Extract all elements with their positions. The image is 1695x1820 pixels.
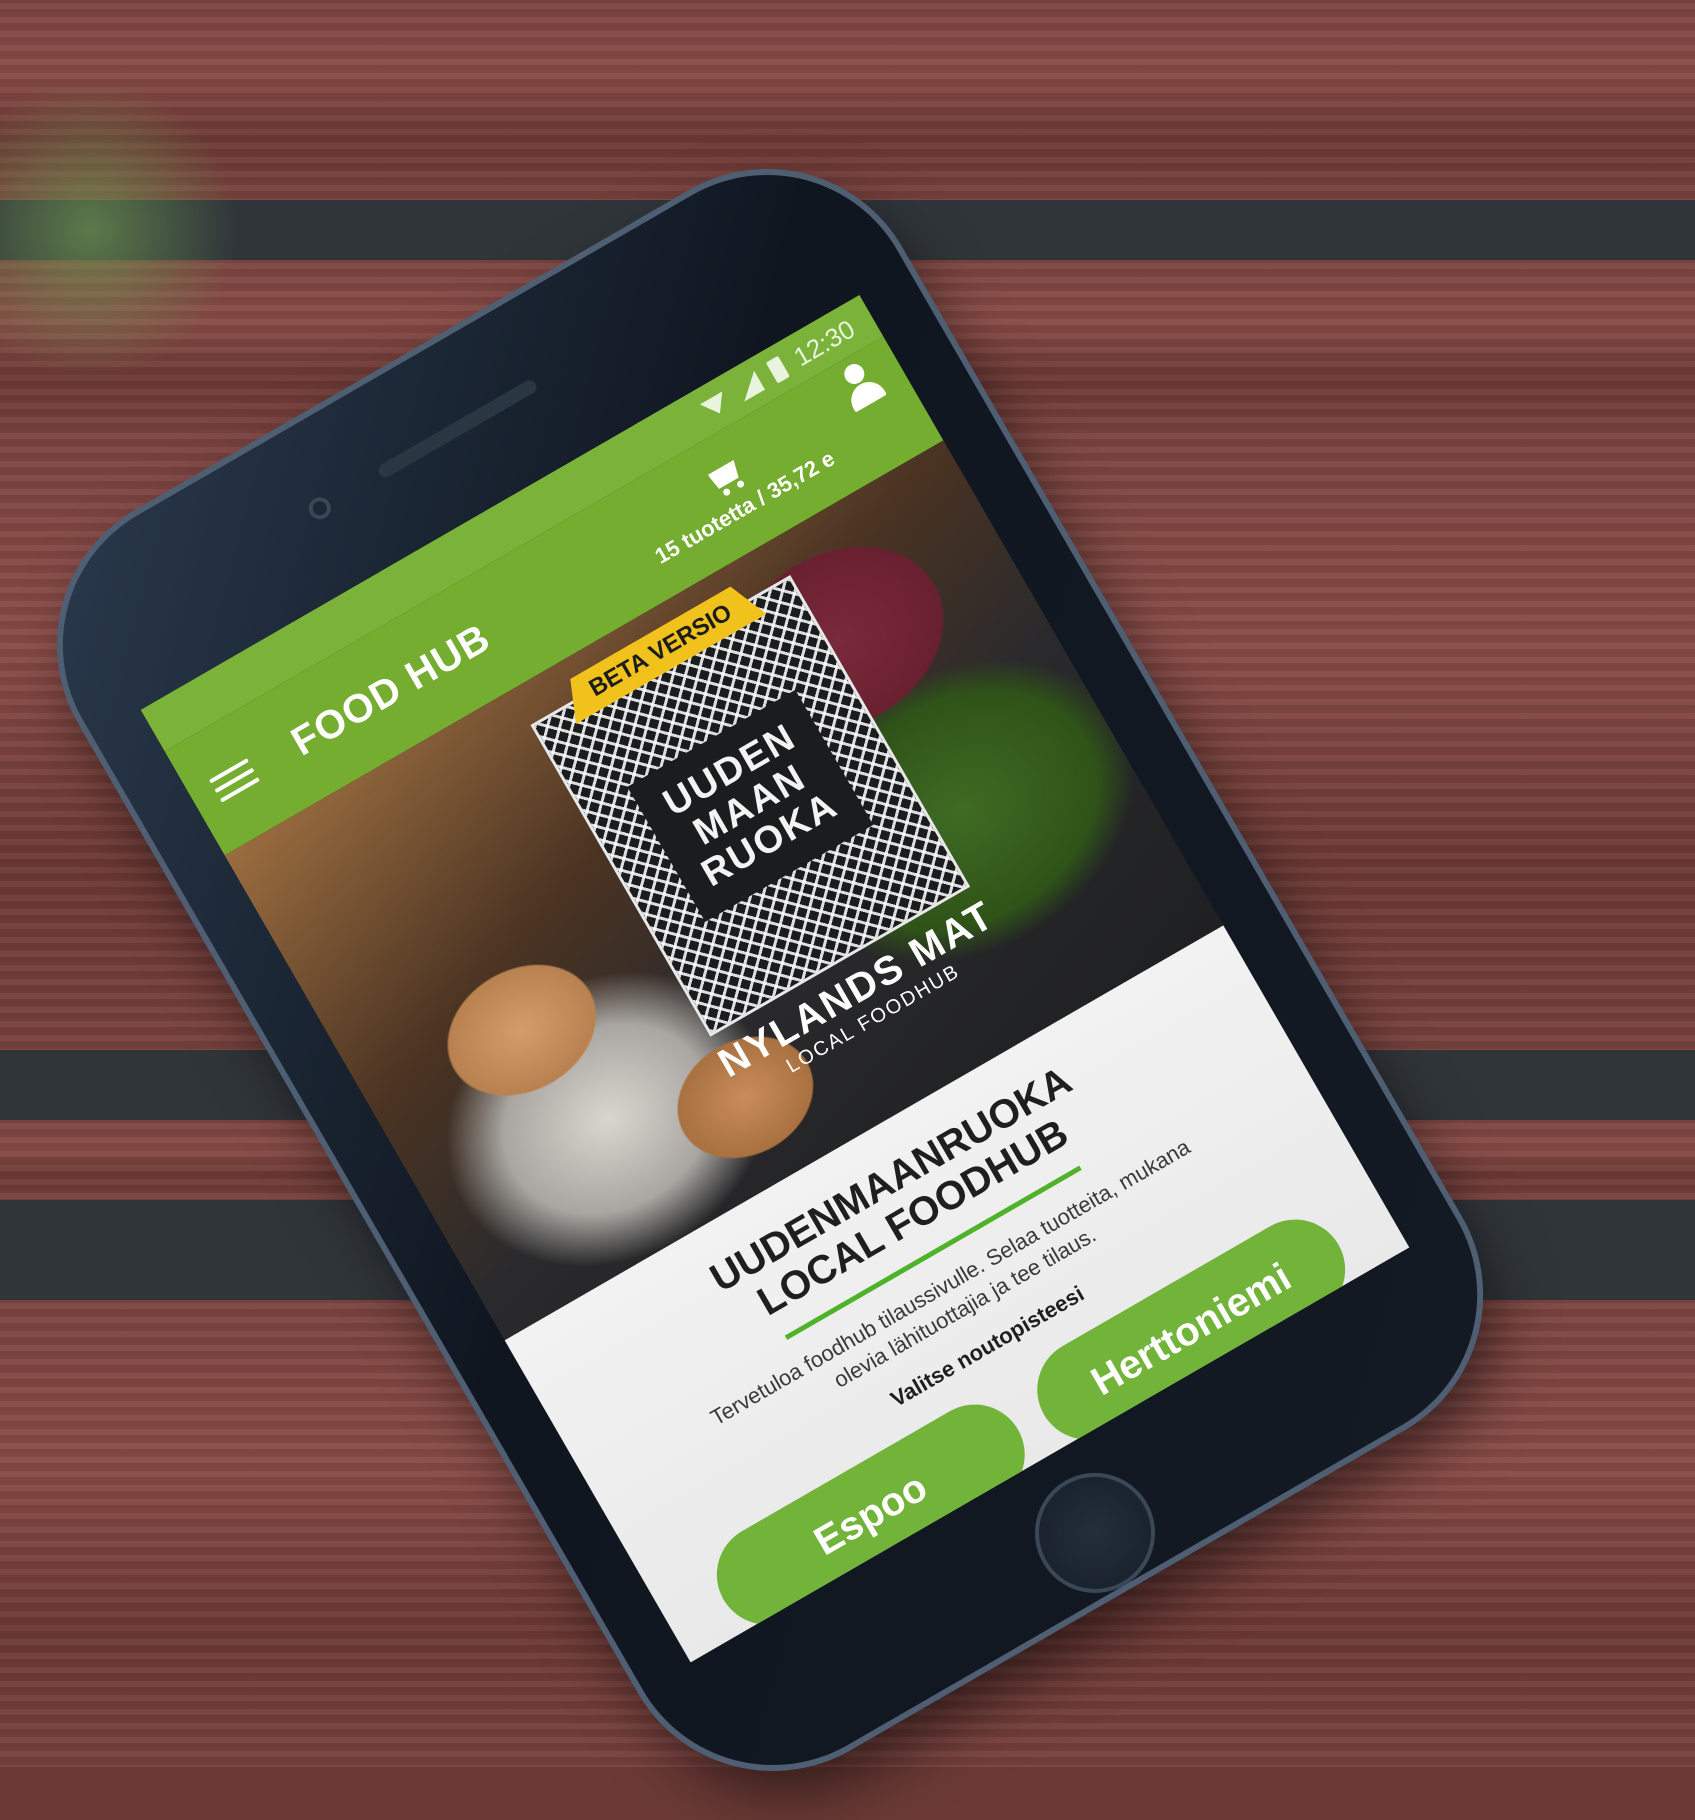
front-camera — [304, 493, 335, 524]
logo-wordmark: UUDEN MAAN RUOKA — [627, 690, 873, 922]
table-plank — [0, 0, 1695, 200]
earpiece-speaker — [376, 377, 539, 480]
battery-icon — [765, 355, 790, 384]
hamburger-menu-icon[interactable] — [204, 750, 264, 810]
user-profile-icon[interactable] — [832, 355, 890, 415]
signal-icon — [733, 371, 765, 402]
wifi-icon — [700, 391, 732, 420]
